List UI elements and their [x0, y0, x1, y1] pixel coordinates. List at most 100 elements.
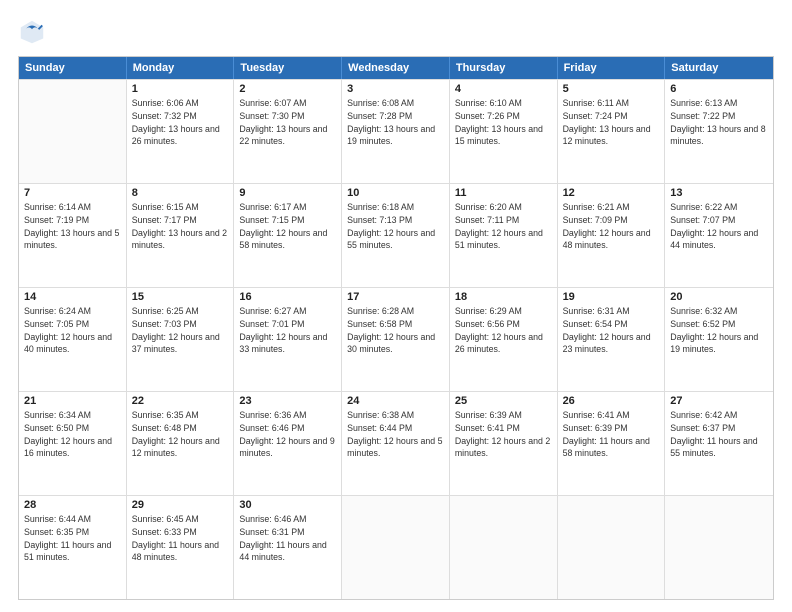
cell-info: Sunrise: 6:18 AMSunset: 7:13 PMDaylight:…: [347, 201, 444, 252]
day-number: 5: [563, 83, 660, 95]
day-number: 26: [563, 395, 660, 407]
empty-cell: [665, 496, 773, 599]
day-cell-22: 22 Sunrise: 6:35 AMSunset: 6:48 PMDayligh…: [127, 392, 235, 495]
header-day-friday: Friday: [558, 57, 666, 79]
header: [18, 18, 774, 46]
cell-info: Sunrise: 6:14 AMSunset: 7:19 PMDaylight:…: [24, 201, 121, 252]
cell-info: Sunrise: 6:39 AMSunset: 6:41 PMDaylight:…: [455, 409, 552, 460]
day-number: 29: [132, 499, 229, 511]
day-number: 7: [24, 187, 121, 199]
cell-info: Sunrise: 6:38 AMSunset: 6:44 PMDaylight:…: [347, 409, 444, 460]
day-cell-7: 7 Sunrise: 6:14 AMSunset: 7:19 PMDaylight…: [19, 184, 127, 287]
logo-icon: [18, 18, 46, 46]
day-cell-26: 26 Sunrise: 6:41 AMSunset: 6:39 PMDayligh…: [558, 392, 666, 495]
day-cell-23: 23 Sunrise: 6:36 AMSunset: 6:46 PMDayligh…: [234, 392, 342, 495]
day-number: 27: [670, 395, 768, 407]
day-number: 24: [347, 395, 444, 407]
header-day-tuesday: Tuesday: [234, 57, 342, 79]
day-cell-27: 27 Sunrise: 6:42 AMSunset: 6:37 PMDayligh…: [665, 392, 773, 495]
day-number: 13: [670, 187, 768, 199]
cell-info: Sunrise: 6:06 AMSunset: 7:32 PMDaylight:…: [132, 97, 229, 148]
cell-info: Sunrise: 6:36 AMSunset: 6:46 PMDaylight:…: [239, 409, 336, 460]
calendar-row-1: 1 Sunrise: 6:06 AMSunset: 7:32 PMDaylight…: [19, 79, 773, 183]
day-cell-17: 17 Sunrise: 6:28 AMSunset: 6:58 PMDayligh…: [342, 288, 450, 391]
empty-cell: [558, 496, 666, 599]
day-number: 21: [24, 395, 121, 407]
cell-info: Sunrise: 6:28 AMSunset: 6:58 PMDaylight:…: [347, 305, 444, 356]
day-cell-12: 12 Sunrise: 6:21 AMSunset: 7:09 PMDayligh…: [558, 184, 666, 287]
day-cell-5: 5 Sunrise: 6:11 AMSunset: 7:24 PMDaylight…: [558, 80, 666, 183]
day-number: 1: [132, 83, 229, 95]
cell-info: Sunrise: 6:25 AMSunset: 7:03 PMDaylight:…: [132, 305, 229, 356]
cell-info: Sunrise: 6:21 AMSunset: 7:09 PMDaylight:…: [563, 201, 660, 252]
cell-info: Sunrise: 6:46 AMSunset: 6:31 PMDaylight:…: [239, 513, 336, 564]
cell-info: Sunrise: 6:29 AMSunset: 6:56 PMDaylight:…: [455, 305, 552, 356]
day-number: 14: [24, 291, 121, 303]
empty-cell: [450, 496, 558, 599]
day-cell-4: 4 Sunrise: 6:10 AMSunset: 7:26 PMDaylight…: [450, 80, 558, 183]
empty-cell: [342, 496, 450, 599]
day-cell-19: 19 Sunrise: 6:31 AMSunset: 6:54 PMDayligh…: [558, 288, 666, 391]
day-number: 9: [239, 187, 336, 199]
day-number: 8: [132, 187, 229, 199]
day-cell-3: 3 Sunrise: 6:08 AMSunset: 7:28 PMDaylight…: [342, 80, 450, 183]
day-number: 19: [563, 291, 660, 303]
day-cell-25: 25Sunrise: 6:39 AMSunset: 6:41 PMDayligh…: [450, 392, 558, 495]
day-cell-20: 20Sunrise: 6:32 AMSunset: 6:52 PMDayligh…: [665, 288, 773, 391]
day-number: 4: [455, 83, 552, 95]
header-day-saturday: Saturday: [665, 57, 773, 79]
day-cell-24: 24 Sunrise: 6:38 AMSunset: 6:44 PMDayligh…: [342, 392, 450, 495]
cell-info: Sunrise: 6:22 AMSunset: 7:07 PMDaylight:…: [670, 201, 768, 252]
day-number: 28: [24, 499, 121, 511]
day-cell-13: 13 Sunrise: 6:22 AMSunset: 7:07 PMDayligh…: [665, 184, 773, 287]
calendar-body: 1 Sunrise: 6:06 AMSunset: 7:32 PMDaylight…: [19, 79, 773, 599]
cell-info: Sunrise: 6:07 AMSunset: 7:30 PMDaylight:…: [239, 97, 336, 148]
header-day-wednesday: Wednesday: [342, 57, 450, 79]
cell-info: Sunrise: 6:20 AMSunset: 7:11 PMDaylight:…: [455, 201, 552, 252]
day-cell-30: 30 Sunrise: 6:46 AMSunset: 6:31 PMDayligh…: [234, 496, 342, 599]
day-cell-14: 14 Sunrise: 6:24 AMSunset: 7:05 PMDayligh…: [19, 288, 127, 391]
page: SundayMondayTuesdayWednesdayThursdayFrid…: [0, 0, 792, 612]
cell-info: Sunrise: 6:13 AMSunset: 7:22 PMDaylight:…: [670, 97, 768, 148]
calendar: SundayMondayTuesdayWednesdayThursdayFrid…: [18, 56, 774, 600]
cell-info: Sunrise: 6:08 AMSunset: 7:28 PMDaylight:…: [347, 97, 444, 148]
cell-info: Sunrise: 6:24 AMSunset: 7:05 PMDaylight:…: [24, 305, 121, 356]
cell-info: Sunrise: 6:42 AMSunset: 6:37 PMDaylight:…: [670, 409, 768, 460]
header-day-monday: Monday: [127, 57, 235, 79]
day-cell-2: 2Sunrise: 6:07 AMSunset: 7:30 PMDaylight…: [234, 80, 342, 183]
day-number: 6: [670, 83, 768, 95]
day-cell-18: 18 Sunrise: 6:29 AMSunset: 6:56 PMDayligh…: [450, 288, 558, 391]
day-cell-10: 10Sunrise: 6:18 AMSunset: 7:13 PMDayligh…: [342, 184, 450, 287]
day-number: 3: [347, 83, 444, 95]
day-number: 18: [455, 291, 552, 303]
cell-info: Sunrise: 6:10 AMSunset: 7:26 PMDaylight:…: [455, 97, 552, 148]
calendar-row-2: 7 Sunrise: 6:14 AMSunset: 7:19 PMDaylight…: [19, 183, 773, 287]
cell-info: Sunrise: 6:35 AMSunset: 6:48 PMDaylight:…: [132, 409, 229, 460]
cell-info: Sunrise: 6:31 AMSunset: 6:54 PMDaylight:…: [563, 305, 660, 356]
cell-info: Sunrise: 6:44 AMSunset: 6:35 PMDaylight:…: [24, 513, 121, 564]
day-number: 22: [132, 395, 229, 407]
calendar-row-4: 21Sunrise: 6:34 AMSunset: 6:50 PMDayligh…: [19, 391, 773, 495]
day-cell-16: 16Sunrise: 6:27 AMSunset: 7:01 PMDayligh…: [234, 288, 342, 391]
cell-info: Sunrise: 6:32 AMSunset: 6:52 PMDaylight:…: [670, 305, 768, 356]
day-cell-1: 1 Sunrise: 6:06 AMSunset: 7:32 PMDaylight…: [127, 80, 235, 183]
empty-cell: [19, 80, 127, 183]
logo: [18, 18, 50, 46]
day-number: 17: [347, 291, 444, 303]
day-number: 15: [132, 291, 229, 303]
day-number: 11: [455, 187, 552, 199]
day-number: 12: [563, 187, 660, 199]
header-day-thursday: Thursday: [450, 57, 558, 79]
day-number: 23: [239, 395, 336, 407]
day-cell-6: 6 Sunrise: 6:13 AMSunset: 7:22 PMDaylight…: [665, 80, 773, 183]
day-cell-21: 21Sunrise: 6:34 AMSunset: 6:50 PMDayligh…: [19, 392, 127, 495]
header-day-sunday: Sunday: [19, 57, 127, 79]
calendar-row-3: 14 Sunrise: 6:24 AMSunset: 7:05 PMDayligh…: [19, 287, 773, 391]
day-cell-28: 28 Sunrise: 6:44 AMSunset: 6:35 PMDayligh…: [19, 496, 127, 599]
cell-info: Sunrise: 6:11 AMSunset: 7:24 PMDaylight:…: [563, 97, 660, 148]
calendar-header: SundayMondayTuesdayWednesdayThursdayFrid…: [19, 57, 773, 79]
day-cell-8: 8Sunrise: 6:15 AMSunset: 7:17 PMDaylight…: [127, 184, 235, 287]
cell-info: Sunrise: 6:41 AMSunset: 6:39 PMDaylight:…: [563, 409, 660, 460]
day-number: 30: [239, 499, 336, 511]
cell-info: Sunrise: 6:45 AMSunset: 6:33 PMDaylight:…: [132, 513, 229, 564]
